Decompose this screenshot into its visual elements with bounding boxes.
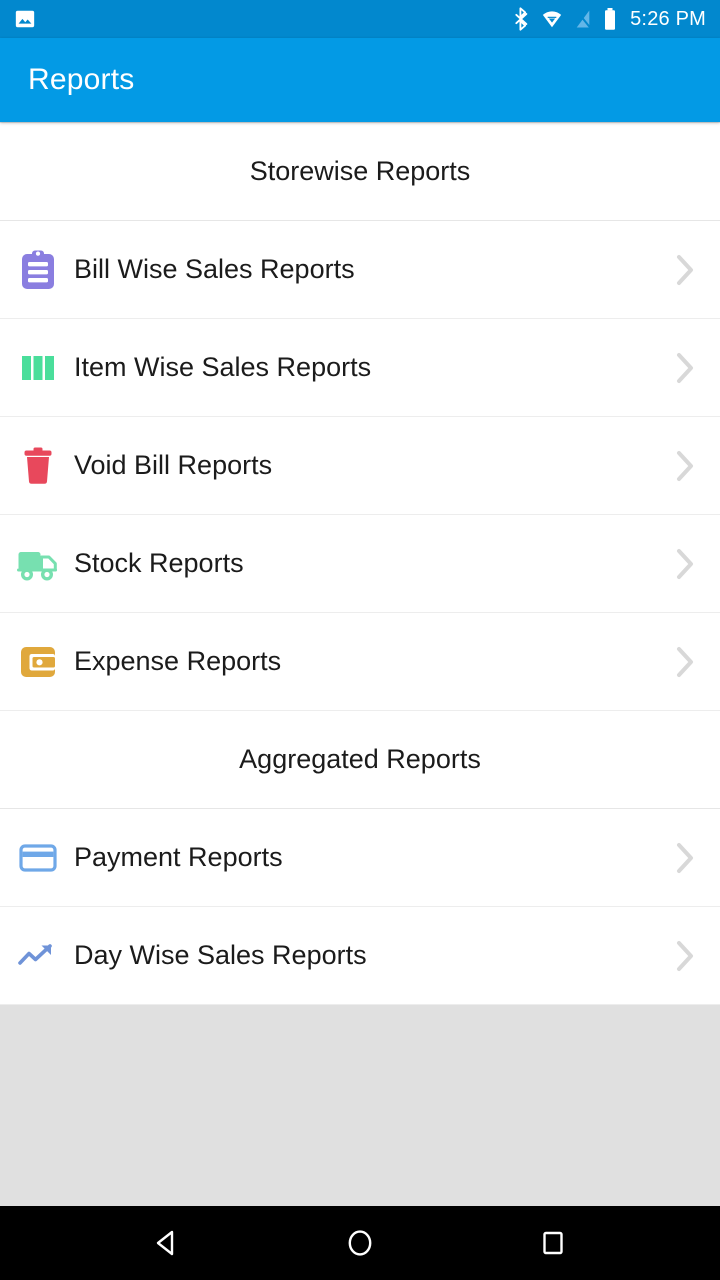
phone-screen: 5:26 PM Reports Storewise Reports Bill W… [0,0,720,1280]
trending-up-icon [16,934,60,978]
list-item-label: Item Wise Sales Reports [74,352,372,382]
chevron-right-icon [672,645,698,679]
list-item-stock-reports[interactable]: Stock Reports [0,515,720,613]
status-bar-notifications [14,8,36,30]
status-bar-clock: 5:26 PM [630,7,706,30]
list-item-label: Payment Reports [74,842,283,872]
list-item-item-wise-sales-reports[interactable]: Item Wise Sales Reports [0,319,720,417]
chevron-right-icon [672,939,698,973]
credit-card-icon [16,836,60,880]
status-bar-icons: 5:26 PM [513,7,706,31]
chevron-right-icon [672,253,698,287]
content-area: Storewise Reports Bill Wise Sales Report… [0,122,720,1206]
list-item-expense-reports[interactable]: Expense Reports [0,613,720,711]
home-circle-icon[interactable] [330,1213,390,1273]
list-item-label: Stock Reports [74,548,244,578]
list-item-label: Bill Wise Sales Reports [74,254,355,284]
section-header-label: Storewise Reports [249,156,471,186]
chevron-right-icon [672,841,698,875]
reports-list: Storewise Reports Bill Wise Sales Report… [0,122,720,1005]
wifi-icon [542,11,562,28]
list-item-void-bill-reports[interactable]: Void Bill Reports [0,417,720,515]
list-item-bill-wise-sales-reports[interactable]: Bill Wise Sales Reports [0,221,720,319]
wallet-icon [16,640,60,684]
list-item-label: Void Bill Reports [74,450,273,480]
image-icon [15,10,35,28]
list-item-label: Day Wise Sales Reports [74,940,367,970]
status-bar: 5:26 PM [0,0,720,38]
bar-chart-icon [16,346,60,390]
chevron-right-icon [672,351,698,385]
app-bar: Reports [0,38,720,122]
section-header-storewise: Storewise Reports [0,123,720,221]
list-item-payment-reports[interactable]: Payment Reports [0,809,720,907]
chevron-right-icon [672,449,698,483]
chevron-right-icon [672,547,698,581]
page-title: Reports [28,63,135,96]
bluetooth-icon [515,7,528,31]
truck-icon [16,542,60,586]
list-item-label: Expense Reports [74,646,282,676]
section-header-aggregated: Aggregated Reports [0,711,720,809]
trash-icon [16,444,60,488]
battery-icon [605,8,616,30]
section-header-label: Aggregated Reports [239,744,481,774]
back-triangle-icon[interactable] [137,1213,197,1273]
android-navigation-bar [0,1206,720,1280]
recents-square-icon[interactable] [523,1213,583,1273]
signal-off-icon [576,10,591,28]
clipboard-icon [16,248,60,292]
list-item-day-wise-sales-reports[interactable]: Day Wise Sales Reports [0,907,720,1005]
